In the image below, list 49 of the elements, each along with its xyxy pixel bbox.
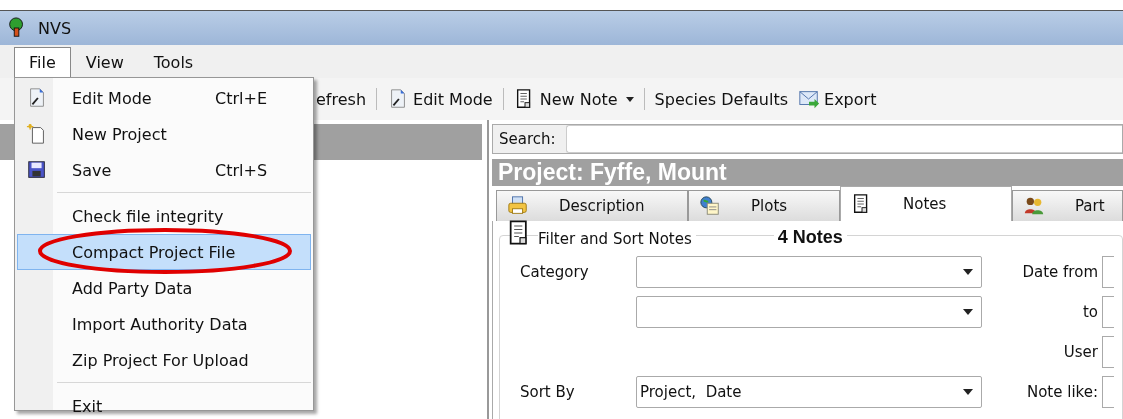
- input-field[interactable]: [1102, 376, 1114, 408]
- printer-icon: [507, 195, 529, 217]
- field-label: to: [1081, 303, 1099, 321]
- tab[interactable]: Notes: [840, 186, 1012, 221]
- field-label: Note like:: [1025, 383, 1099, 401]
- toolbar-button[interactable]: Edit Mode: [385, 86, 495, 112]
- people-icon: [1023, 195, 1045, 217]
- save-icon: [26, 159, 48, 181]
- project-title: Project: Fyffe, Mount: [492, 159, 1123, 186]
- toolbar-button[interactable]: efresh: [314, 87, 369, 111]
- menu-item[interactable]: Add Party Data: [17, 270, 311, 306]
- search-field[interactable]: [565, 125, 1122, 153]
- menu-item[interactable]: Save Ctrl+S: [17, 152, 311, 188]
- menu-bar-item[interactable]: Tools: [138, 47, 209, 78]
- dropdown-button[interactable]: New Note: [511, 86, 636, 112]
- tab[interactable]: Description: [496, 190, 688, 221]
- menu-item[interactable]: Check file integrity: [17, 198, 311, 234]
- shortcut-label: Ctrl+S: [215, 160, 268, 180]
- tab[interactable]: Part: [1012, 190, 1123, 221]
- caret-icon: [963, 389, 973, 395]
- input-field[interactable]: [1102, 296, 1114, 328]
- menu-bar-item[interactable]: View: [70, 47, 139, 78]
- globe-document-icon: [699, 195, 721, 217]
- field-label: Sort By: [520, 383, 576, 401]
- dropdown-field[interactable]: [636, 296, 982, 328]
- envelope-icon: [798, 88, 821, 110]
- menu-item[interactable]: Compact Project File: [17, 234, 311, 270]
- field-label: User: [1062, 343, 1099, 361]
- caret-icon: [625, 96, 634, 102]
- window-title: NVS: [38, 18, 72, 38]
- shortcut-label: Ctrl+E: [215, 88, 267, 108]
- dropdown-field[interactable]: Project, Date: [636, 376, 982, 408]
- caret-icon: [963, 309, 973, 315]
- tab[interactable]: Plots: [688, 190, 840, 221]
- menu-item[interactable]: Import Authority Data: [17, 306, 311, 342]
- menu-item[interactable]: New Project: [17, 116, 311, 152]
- menu-item[interactable]: Zip Project For Upload: [17, 342, 311, 378]
- menu-item[interactable]: Edit Mode Ctrl+E: [17, 80, 311, 116]
- toolbar-button[interactable]: Export: [796, 86, 879, 112]
- menu-bar-item[interactable]: File: [14, 47, 71, 78]
- input-field[interactable]: [1102, 256, 1114, 288]
- field-label: Date from: [1021, 263, 1099, 281]
- toolbar-button[interactable]: Species Defaults: [652, 87, 791, 111]
- field-label: Category: [520, 263, 590, 281]
- search-label: Search:: [499, 130, 556, 148]
- input-field[interactable]: [1102, 336, 1114, 368]
- dropdown-field[interactable]: [636, 256, 982, 288]
- caret-icon: [963, 269, 973, 275]
- menu-item[interactable]: Exit: [17, 388, 311, 419]
